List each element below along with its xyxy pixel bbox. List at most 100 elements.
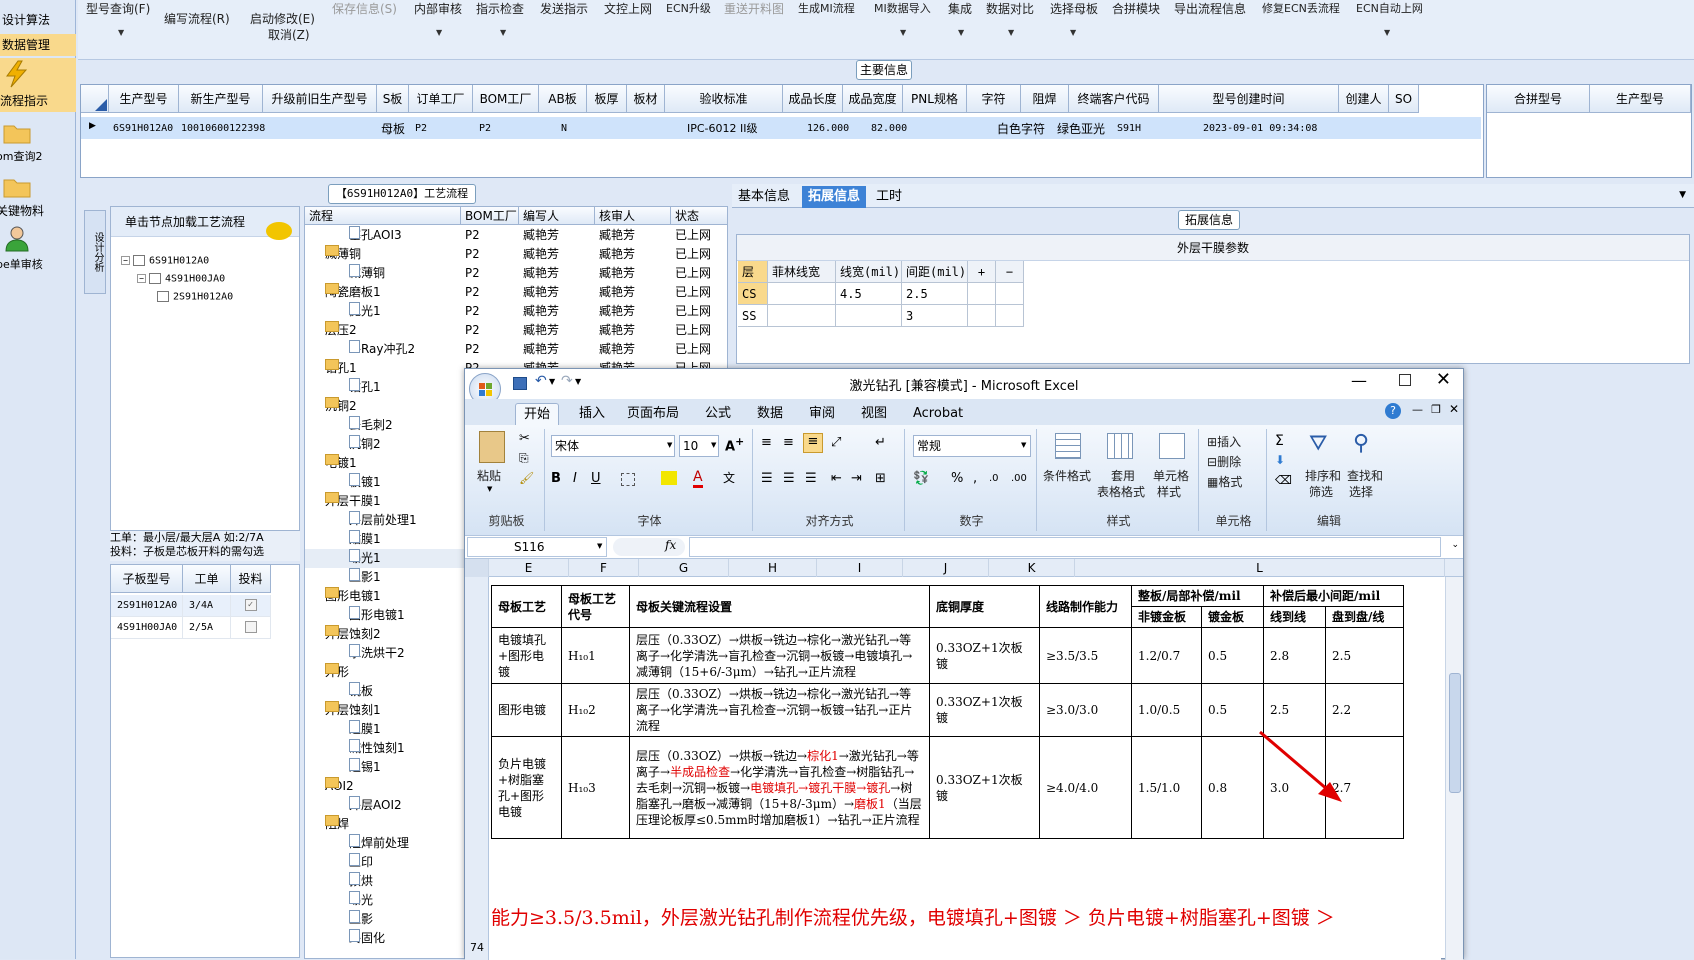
chevron-down-icon[interactable]: ▼	[118, 28, 124, 37]
increase-indent-icon[interactable]: ⇥	[851, 471, 862, 486]
integrate-button[interactable]: 集成	[948, 0, 972, 17]
repair-ecn-flow-button[interactable]: 修复ECN丢流程	[1262, 0, 1340, 16]
col-header[interactable]: 新生产型号	[179, 85, 263, 113]
autosum-icon[interactable]: Σ	[1275, 433, 1284, 449]
merge-module-button[interactable]: 合拼模块	[1112, 0, 1160, 17]
bold-icon[interactable]: B	[551, 471, 561, 486]
cell[interactable]: 2.5	[902, 283, 968, 305]
remove-row-button[interactable]: −	[996, 261, 1024, 283]
increase-decimal-icon[interactable]: .0	[989, 473, 999, 484]
minimize-icon[interactable]: —	[1351, 371, 1367, 390]
col-header[interactable]: 流程	[305, 207, 461, 225]
col-header[interactable]: 生产型号	[1590, 85, 1691, 113]
chevron-down-icon[interactable]: ▼	[1679, 190, 1686, 200]
process-row[interactable]: −陶瓷磨板1 P2 臧艳芳 臧艳芳 已上网	[305, 283, 727, 302]
fill-icon[interactable]: ⬇	[1275, 453, 1285, 467]
write-flow-button[interactable]: 编写流程(R)	[164, 10, 230, 27]
col-header[interactable]: 线宽(mil)	[836, 261, 902, 283]
col-header[interactable]: 工单	[183, 565, 231, 593]
phonetic-icon[interactable]: 文	[723, 469, 735, 486]
side-tab-design[interactable]: 设计分析	[84, 210, 106, 294]
col-header[interactable]: 投料	[231, 565, 271, 593]
underline-icon[interactable]: U	[591, 471, 601, 486]
collapse-icon[interactable]: −	[137, 274, 146, 283]
font-color-icon[interactable]: A	[693, 469, 703, 488]
cell[interactable]	[768, 305, 836, 327]
col-header[interactable]: SO	[1389, 85, 1419, 113]
col-header[interactable]: 阻焊	[1021, 85, 1069, 113]
tab-extended-info[interactable]: 拓展信息	[802, 186, 867, 208]
align-middle-icon[interactable]: ≡	[783, 435, 794, 450]
row-header[interactable]: 74	[465, 941, 489, 954]
align-center-icon[interactable]: ☰	[783, 471, 795, 486]
cell[interactable]: 4.5	[836, 283, 902, 305]
tab-review[interactable]: 审阅	[801, 403, 843, 425]
find-select-button[interactable]: 查找和	[1347, 467, 1383, 484]
data-compare-button[interactable]: 数据对比	[986, 0, 1034, 17]
col-header[interactable]: 成品宽度	[843, 85, 903, 113]
fill-color-icon[interactable]	[661, 471, 677, 485]
format-cells-button[interactable]: ▦格式	[1207, 473, 1242, 490]
delete-cells-button[interactable]: ⊟删除	[1207, 453, 1241, 470]
chevron-down-icon[interactable]: ▼	[436, 28, 442, 37]
cell[interactable]: CS	[738, 283, 768, 305]
process-row[interactable]: −减薄铜 P2 臧艳芳 臧艳芳 已上网	[305, 245, 727, 264]
tree-node[interactable]: − 6S91H012A0	[121, 255, 209, 267]
col-header[interactable]: PNL规格	[903, 85, 967, 113]
col-header[interactable]: 子板型号	[111, 565, 183, 593]
process-row[interactable]: 减薄铜 P2 臧艳芳 臧艳芳 已上网	[305, 264, 727, 283]
ecn-auto-online-button[interactable]: ECN自动上网	[1356, 0, 1423, 16]
col-header[interactable]: 菲林线宽	[768, 261, 836, 283]
nav-item-pe-review[interactable]: pe单审核	[0, 222, 76, 274]
model-query-button[interactable]: 型号查询(F)	[86, 0, 150, 17]
insert-cells-button[interactable]: ⊞插入	[1207, 433, 1241, 450]
col-header[interactable]: 订单工厂	[409, 85, 473, 113]
tab-page-layout[interactable]: 页面布局	[619, 403, 687, 425]
decrease-indent-icon[interactable]: ⇤	[831, 471, 842, 486]
instruction-check-button[interactable]: 指示检查	[476, 0, 524, 17]
tree-node[interactable]: 2S91H012A0	[157, 291, 233, 303]
ecn-upgrade-button[interactable]: ECN升级	[666, 0, 711, 16]
col-header[interactable]: 字符	[967, 85, 1021, 113]
export-flow-button[interactable]: 导出流程信息	[1174, 0, 1246, 17]
col-header[interactable]: AB板	[539, 85, 587, 113]
chevron-down-icon[interactable]: ▼	[1008, 28, 1014, 37]
wrap-text-icon[interactable]: ↵	[875, 435, 886, 450]
align-bottom-icon[interactable]: ≡	[803, 433, 823, 453]
mi-data-import-button[interactable]: MI数据导入	[874, 0, 931, 16]
clear-icon[interactable]: ⌫	[1275, 473, 1292, 487]
percent-icon[interactable]: %	[951, 471, 963, 486]
accounting-icon[interactable]: 💱	[913, 471, 929, 486]
collapse-icon[interactable]: −	[121, 256, 130, 265]
tab-basic-info[interactable]: 基本信息	[732, 186, 796, 208]
restore-icon[interactable]: ❐	[1431, 403, 1441, 416]
select-all-corner[interactable]	[465, 559, 489, 577]
feed-checkbox[interactable]: ✓	[231, 595, 271, 617]
italic-icon[interactable]: I	[573, 471, 577, 486]
nav-item-process-instruction[interactable]: 流程指示	[0, 58, 76, 112]
process-row[interactable]: X-Ray冲孔2 P2 臧艳芳 臧艳芳 已上网	[305, 340, 727, 359]
comment-icon[interactable]	[266, 222, 292, 240]
col-header-i[interactable]: I	[817, 559, 903, 577]
chevron-down-icon[interactable]: ▼	[500, 28, 506, 37]
col-header[interactable]: 核审人	[595, 207, 671, 225]
resend-cutting-map-button[interactable]: 重送开料图	[724, 0, 784, 17]
expand-icon[interactable]: ⌄	[1451, 540, 1459, 550]
nav-item-design-algo[interactable]: 设计算法	[0, 10, 76, 30]
send-instruction-button[interactable]: 发送指示	[540, 0, 588, 17]
paste-icon[interactable]	[479, 431, 505, 463]
cell[interactable]	[836, 305, 902, 327]
col-header[interactable]: 终端客户代码	[1069, 85, 1159, 113]
cancel-button[interactable]: 取消(Z)	[268, 26, 310, 43]
conditional-format-button[interactable]: 条件格式	[1043, 467, 1091, 484]
nav-item-data-management[interactable]: 数据管理	[0, 34, 76, 56]
tab-acrobat[interactable]: Acrobat	[905, 403, 971, 425]
tree-node[interactable]: − 4S91H00JA0	[137, 273, 225, 285]
col-header[interactable]: 生产型号	[109, 85, 179, 113]
col-header-k[interactable]: K	[989, 559, 1075, 577]
cut-icon[interactable]: ✂	[519, 431, 530, 446]
cell[interactable]: SS	[738, 305, 768, 327]
number-format-select[interactable]: 常规	[913, 435, 1031, 457]
maximize-icon[interactable]	[1399, 374, 1411, 386]
formula-input[interactable]	[689, 537, 1441, 557]
